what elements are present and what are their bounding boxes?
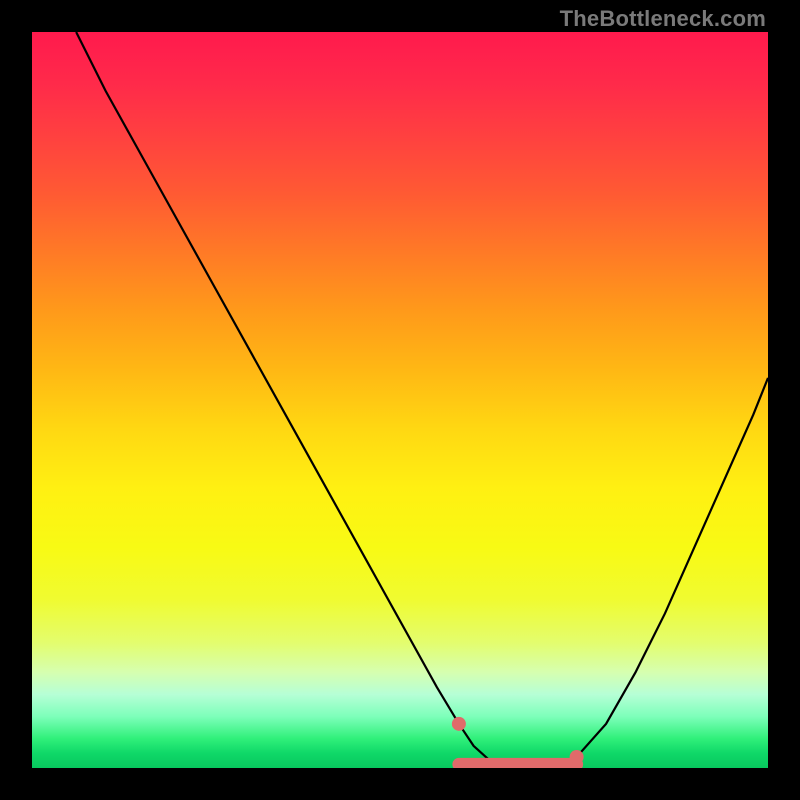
bottleneck-dots-group <box>452 717 584 764</box>
plot-area <box>32 32 768 768</box>
bottleneck-curve <box>76 32 768 764</box>
watermark-text: TheBottleneck.com <box>560 6 766 32</box>
bottleneck-curve-svg <box>32 32 768 768</box>
bottleneck-marker <box>452 717 466 731</box>
bottleneck-marker <box>570 750 584 764</box>
